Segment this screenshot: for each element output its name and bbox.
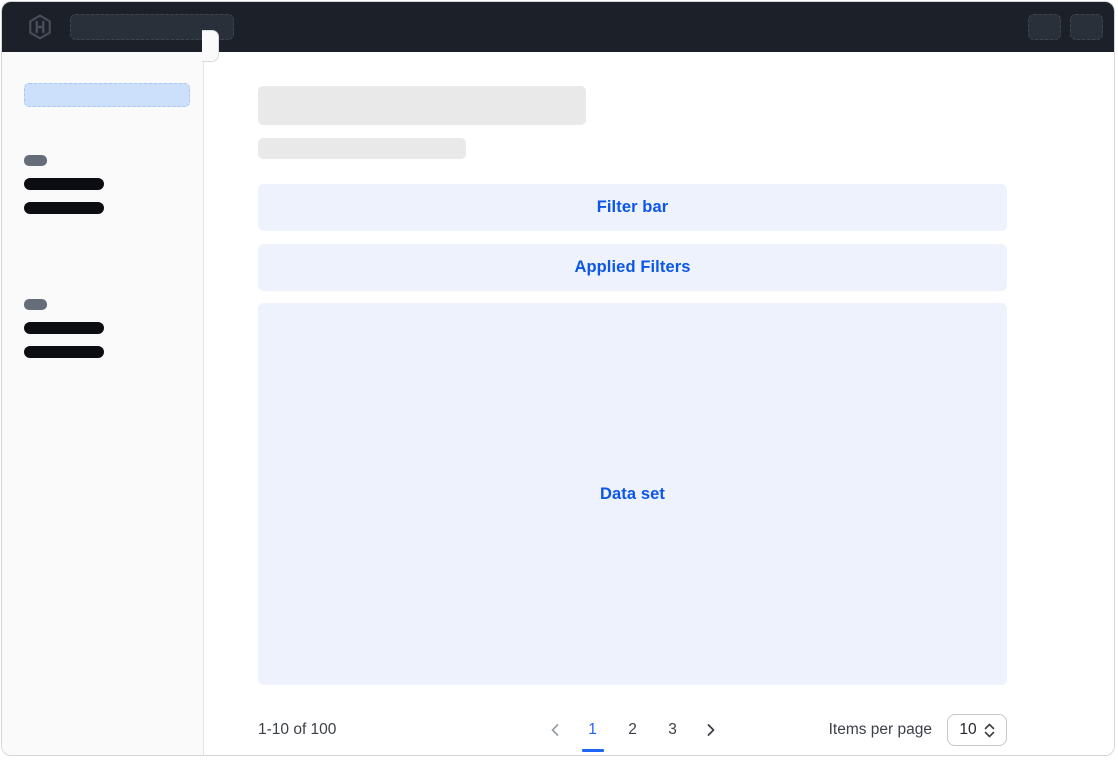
sidebar-nav-item-skeleton-3[interactable]: [24, 322, 104, 334]
page-title-skeleton: [258, 86, 586, 125]
page-size-value: 10: [959, 721, 976, 739]
filter-bar-region: Filter bar: [258, 184, 1007, 231]
sidebar-nav-item-skeleton-2[interactable]: [24, 202, 104, 214]
chevron-left-icon[interactable]: [547, 718, 563, 742]
sidebar-collapse-handle[interactable]: [202, 30, 219, 62]
navbar-action-skeleton-1[interactable]: [1028, 14, 1061, 40]
sidebar-section-title-skeleton-2: [24, 299, 47, 310]
data-set-label: Data set: [600, 485, 665, 504]
page-size-select[interactable]: 10: [947, 714, 1007, 746]
applied-filters-region: Applied Filters: [258, 244, 1007, 291]
sidebar-section-title-skeleton-1: [24, 155, 47, 166]
unfold-caret-icon: [984, 723, 995, 738]
main-content: Filter bar Applied Filters Data set 1-10…: [204, 52, 1114, 755]
items-per-page-label: Items per page: [829, 721, 932, 739]
applied-filters-label: Applied Filters: [574, 258, 690, 277]
navbar-action-skeleton-2[interactable]: [1070, 14, 1103, 40]
chevron-right-icon[interactable]: [703, 718, 719, 742]
top-navbar: [2, 2, 1114, 52]
navbar-actions: [1028, 14, 1103, 40]
sidebar-nav-item-skeleton-1[interactable]: [24, 178, 104, 190]
page-button-2[interactable]: 2: [623, 718, 643, 742]
app-window: Filter bar Applied Filters Data set 1-10…: [1, 1, 1115, 756]
filter-bar-label: Filter bar: [597, 198, 669, 217]
pagination-bar: 1-10 of 100 1 2 3 Items per page: [258, 698, 1007, 756]
sidebar-selected-item-skeleton[interactable]: [24, 83, 190, 107]
pagination-range-label: 1-10 of 100: [258, 721, 336, 739]
pager: 1 2 3: [547, 718, 719, 742]
sidebar-nav-item-skeleton-4[interactable]: [24, 346, 104, 358]
page-button-3[interactable]: 3: [663, 718, 683, 742]
data-set-region: Data set: [258, 303, 1007, 685]
items-per-page-group: Items per page 10: [829, 714, 1007, 746]
page-button-1[interactable]: 1: [583, 718, 603, 742]
page-subtitle-skeleton: [258, 138, 466, 159]
hashicorp-logo-icon: [27, 14, 53, 40]
sidebar: [2, 52, 204, 755]
